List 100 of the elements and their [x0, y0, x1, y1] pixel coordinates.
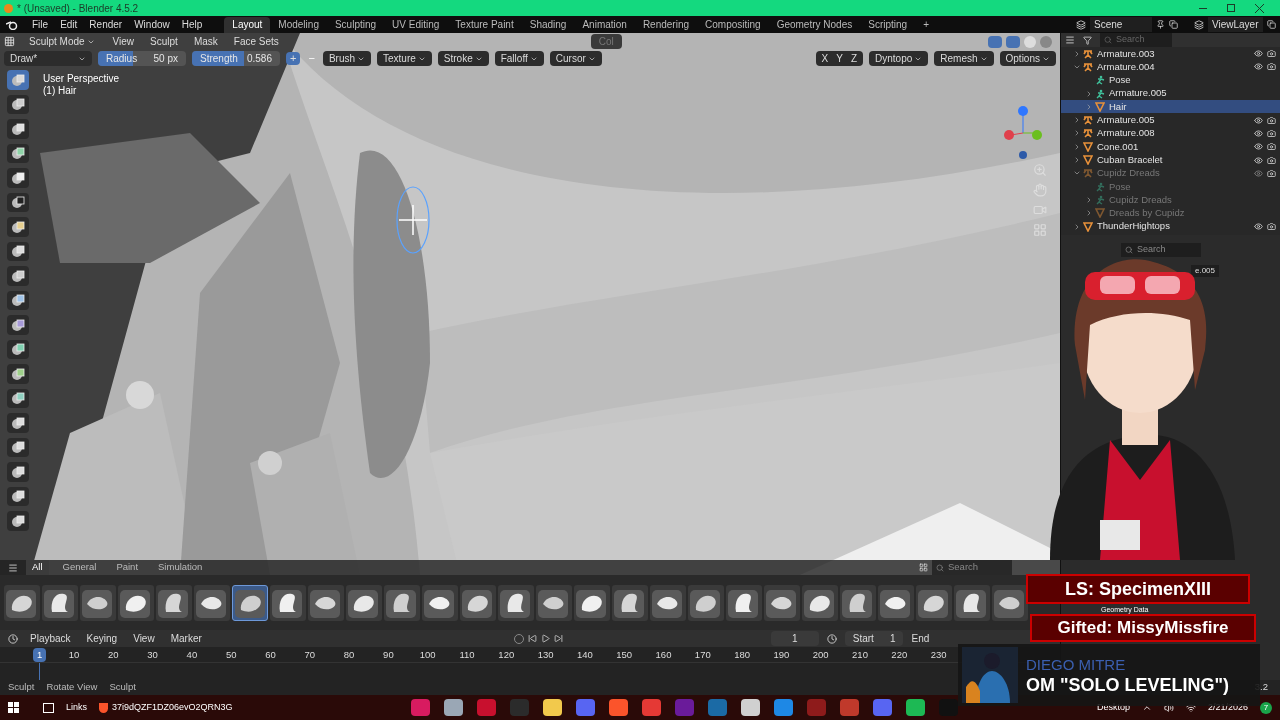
add-workspace-button[interactable]: + — [915, 17, 937, 32]
visibility-eye-icon[interactable] — [1254, 62, 1263, 72]
scene-icon[interactable] — [1076, 19, 1086, 30]
start-icon[interactable] — [8, 702, 19, 713]
jump-end-icon[interactable] — [553, 634, 563, 643]
render-camera-icon[interactable] — [1267, 49, 1276, 59]
close-icon[interactable] — [1255, 3, 1264, 13]
brush-thumbnail[interactable] — [384, 584, 420, 621]
app-icon[interactable] — [741, 699, 760, 716]
outliner-item[interactable]: Hair — [1061, 100, 1280, 114]
timeline-menu-item[interactable]: Marker — [166, 631, 206, 646]
workspace-tab[interactable]: Rendering — [634, 16, 698, 33]
filter-icon[interactable] — [1083, 35, 1092, 45]
menu-item[interactable]: File — [26, 17, 55, 32]
brush-thumbnail[interactable] — [878, 584, 914, 621]
brush-thumbnail[interactable] — [764, 584, 800, 621]
menu-item[interactable]: Render — [83, 17, 129, 32]
outliner-item[interactable]: Cone.001 — [1061, 140, 1280, 154]
menu-item[interactable]: Help — [175, 17, 209, 32]
workspace-tab[interactable]: Texture Paint — [447, 16, 522, 33]
properties-search-field[interactable]: Search — [1121, 243, 1201, 257]
brush-thumbnail[interactable] — [688, 584, 724, 621]
render-camera-icon[interactable] — [1267, 142, 1276, 152]
brush-thumbnail[interactable] — [308, 584, 344, 621]
timeline-menu-item[interactable]: View — [129, 631, 159, 646]
outliner-item[interactable]: Armature.008 — [1061, 126, 1280, 141]
brush-thumbnail[interactable] — [536, 584, 572, 621]
outliner-item[interactable]: Pose — [1061, 73, 1280, 87]
timeline-menu-item[interactable]: Playback — [26, 631, 75, 646]
app-icon[interactable] — [543, 699, 562, 716]
app-icon[interactable] — [708, 699, 727, 716]
start-frame-field[interactable]: Start 1 — [844, 631, 904, 646]
app-icon[interactable] — [774, 699, 793, 716]
view-layer-field[interactable]: ViewLayer — [1208, 17, 1263, 32]
pin-icon[interactable] — [1156, 20, 1165, 29]
app-icon[interactable] — [411, 699, 430, 716]
brush-thumbnail[interactable] — [4, 584, 40, 621]
brush-thumbnail[interactable] — [726, 584, 762, 621]
render-camera-icon[interactable] — [1267, 155, 1276, 165]
workspace-tab[interactable]: Modeling — [270, 16, 327, 33]
brush-thumbnail[interactable] — [612, 584, 648, 621]
brush-thumbnail[interactable] — [422, 584, 458, 621]
brush-thumbnail[interactable] — [954, 584, 990, 621]
jump-start-icon[interactable] — [527, 634, 537, 643]
brush-thumbnail[interactable] — [118, 584, 154, 621]
outliner-item[interactable]: Armature.005 — [1061, 113, 1280, 127]
workspace-tab[interactable]: Layout — [224, 16, 271, 33]
outliner-item[interactable]: Cuban Bracelet — [1061, 153, 1280, 167]
outliner-item[interactable]: Armature.004 — [1061, 60, 1280, 74]
visibility-eye-icon[interactable] — [1254, 142, 1263, 152]
outliner-item[interactable]: Armature.005 — [1061, 86, 1280, 101]
workspace-tab[interactable]: Shading — [521, 16, 575, 33]
outliner-item[interactable]: Armature.003 — [1061, 47, 1280, 61]
new-view-layer-icon[interactable] — [1267, 20, 1276, 29]
timeline-menu-item[interactable]: Keying — [82, 631, 122, 646]
brush-thumbnail[interactable] — [802, 584, 838, 621]
app-icon[interactable] — [576, 699, 595, 716]
app-icon[interactable] — [444, 699, 463, 716]
brush-thumbnail[interactable] — [194, 584, 230, 621]
workspace-tab[interactable]: Animation — [574, 16, 635, 33]
brush-thumbnail[interactable] — [80, 584, 116, 621]
minimize-icon[interactable] — [1199, 7, 1207, 9]
brush-thumbnail[interactable] — [460, 584, 496, 621]
blender-logo-icon[interactable] — [6, 19, 18, 30]
desktop-toolbar[interactable]: Desktop — [1096, 700, 1130, 715]
workspace-tab[interactable]: Scripting — [860, 16, 916, 33]
workspace-tab[interactable]: Geometry Nodes — [768, 16, 861, 33]
current-frame-field[interactable]: 1 — [770, 631, 819, 646]
brush-thumbnail[interactable] — [650, 584, 686, 621]
outliner-item[interactable]: ThunderHightops — [1061, 219, 1280, 234]
brush-thumbnail[interactable] — [916, 584, 952, 621]
visibility-eye-icon[interactable] — [1254, 115, 1263, 125]
brush-thumbnail[interactable] — [156, 584, 192, 621]
brush-thumbnail[interactable] — [270, 584, 306, 621]
app-icon[interactable] — [840, 699, 859, 716]
render-camera-icon[interactable] — [1267, 62, 1276, 72]
brush-thumbnail[interactable] — [498, 584, 534, 621]
maximize-icon[interactable] — [1227, 3, 1235, 12]
app-icon[interactable] — [642, 699, 661, 716]
workspace-tab[interactable]: UV Editing — [384, 16, 448, 33]
app-icon[interactable] — [873, 699, 892, 716]
browser-tab-button[interactable]: 37i9dQZF1DZ06evO2QRN3G — [99, 700, 399, 715]
brush-thumbnail[interactable] — [42, 584, 78, 621]
play-icon[interactable] — [540, 634, 550, 643]
render-camera-icon[interactable] — [1267, 222, 1276, 231]
scene-field[interactable]: Scene — [1090, 17, 1152, 32]
preview-range-icon[interactable] — [826, 633, 837, 644]
menu-item[interactable]: Edit — [54, 17, 84, 32]
workspace-tab[interactable]: Compositing — [697, 16, 769, 33]
new-scene-icon[interactable] — [1169, 20, 1178, 29]
visibility-eye-icon[interactable] — [1254, 128, 1263, 138]
render-camera-icon[interactable] — [1267, 115, 1276, 125]
app-icon[interactable] — [906, 699, 925, 716]
view-layer-icon[interactable] — [1194, 19, 1204, 30]
brush-thumbnail[interactable] — [574, 584, 610, 621]
visibility-eye-icon[interactable] — [1254, 49, 1263, 59]
display-mode-icon[interactable] — [1065, 35, 1075, 45]
playhead[interactable]: 1 — [33, 648, 47, 663]
workspace-tab[interactable]: Sculpting — [326, 16, 385, 33]
visibility-eye-icon[interactable] — [1254, 222, 1263, 231]
